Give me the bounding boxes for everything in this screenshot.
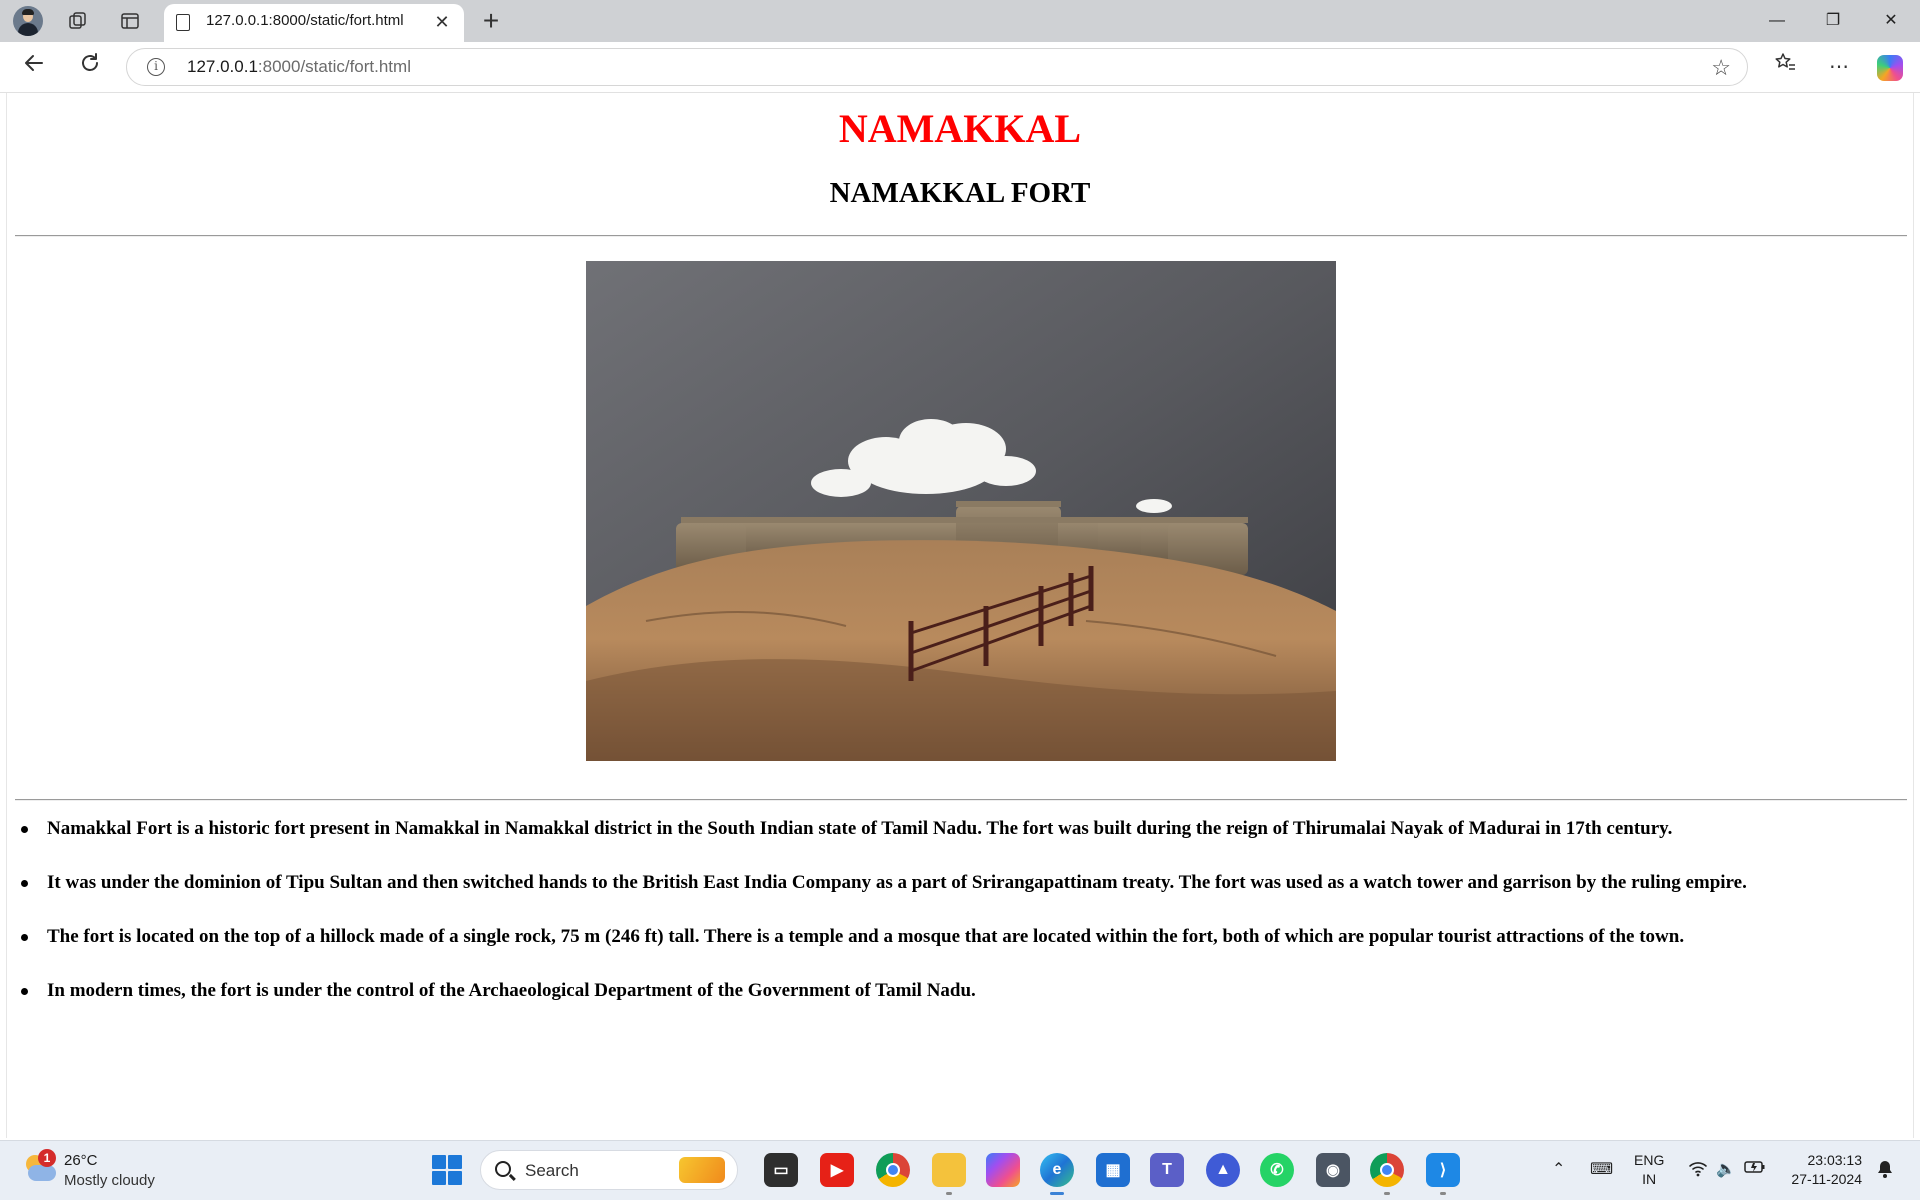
browser-tab-bar: 127.0.0.1:8000/static/fort.html ✕ + — ❐ … — [0, 0, 1920, 42]
restore-button[interactable]: ❐ — [1810, 4, 1856, 38]
bullet-icon — [21, 934, 28, 941]
file-explorer-icon[interactable] — [932, 1153, 966, 1195]
region-code: IN — [1642, 1171, 1657, 1187]
web-page: NAMAKKAL NAMAKKAL FORT Namakkal Fort is … — [6, 93, 1914, 1138]
copilot-app-icon[interactable] — [986, 1153, 1020, 1187]
browser-toolbar: i 127.0.0.1:8000/static/fort.html ☆ ⋯ — [0, 42, 1920, 92]
list-item: Namakkal Fort is a historic fort present… — [15, 817, 1905, 871]
list-item: In modern times, the fort is under the c… — [15, 979, 1905, 1033]
favorite-star-icon[interactable]: ☆ — [1711, 55, 1731, 81]
tab-close-icon[interactable]: ✕ — [430, 10, 454, 34]
file-manager-icon[interactable]: ▭ — [764, 1153, 798, 1187]
weather-badge: 1 — [38, 1149, 56, 1167]
minimize-button[interactable]: — — [1754, 4, 1800, 38]
address-bar[interactable]: i 127.0.0.1:8000/static/fort.html ☆ — [126, 48, 1748, 86]
site-info-icon[interactable]: i — [147, 58, 165, 76]
youtube-icon[interactable]: ▶ — [820, 1153, 854, 1187]
search-label: Search — [525, 1161, 579, 1180]
windows-taskbar: 1 26°C Mostly cloudy Search ▭ ▶ e ▦ T ▲ … — [0, 1140, 1920, 1200]
chrome-profile-icon[interactable] — [1370, 1153, 1404, 1195]
microsoft-store-icon[interactable]: ▦ — [1096, 1153, 1130, 1187]
camera-icon[interactable]: ◉ — [1316, 1153, 1350, 1187]
battery-icon[interactable] — [1744, 1159, 1766, 1180]
wifi-icon[interactable] — [1688, 1159, 1708, 1182]
favorites-icon[interactable] — [1766, 50, 1804, 84]
weather-description[interactable]: Mostly cloudy — [64, 1172, 155, 1189]
system-clock[interactable]: 23:03:13 27-11-2024 — [1778, 1151, 1862, 1189]
input-language[interactable]: ENG IN — [1634, 1151, 1664, 1189]
horizontal-rule — [15, 235, 1907, 237]
notification-bell-icon[interactable] — [1876, 1159, 1894, 1184]
list-item-text: Namakkal Fort is a historic fort present… — [47, 818, 1673, 839]
bullet-icon — [21, 988, 28, 995]
weather-temperature[interactable]: 26°C — [64, 1152, 98, 1169]
clock-date: 27-11-2024 — [1791, 1171, 1862, 1187]
show-hidden-icons-chevron-icon[interactable]: ⌃ — [1552, 1159, 1565, 1179]
edge-icon[interactable]: e — [1040, 1153, 1074, 1195]
page-subtitle: NAMAKKAL FORT — [829, 177, 1091, 209]
fort-facts-list: Namakkal Fort is a historic fort present… — [15, 817, 1905, 1033]
volume-icon[interactable]: 🔈 — [1716, 1159, 1736, 1179]
page-title: NAMAKKAL — [838, 106, 1082, 151]
fort-photo — [586, 261, 1336, 761]
list-item-text: In modern times, the fort is under the c… — [47, 980, 976, 1001]
profile-avatar[interactable] — [13, 6, 43, 36]
bullet-icon — [21, 826, 28, 833]
url-host: 127.0.0.1 — [187, 57, 258, 76]
keyboard-icon[interactable]: ⌨ — [1590, 1159, 1613, 1179]
whatsapp-icon[interactable]: ✆ — [1260, 1153, 1294, 1187]
bullet-icon — [21, 880, 28, 887]
chrome-icon[interactable] — [876, 1153, 910, 1187]
vscode-icon[interactable]: ⟩ — [1426, 1153, 1460, 1195]
list-item-text: It was under the dominion of Tipu Sultan… — [47, 872, 1747, 893]
url-path: :8000/static/fort.html — [257, 57, 411, 76]
affinity-icon[interactable]: ▲ — [1206, 1153, 1240, 1187]
refresh-icon[interactable] — [72, 50, 108, 84]
list-item: The fort is located on the top of a hill… — [15, 925, 1905, 979]
back-arrow-icon[interactable] — [16, 50, 52, 84]
start-windows-icon[interactable] — [432, 1155, 462, 1185]
active-tab[interactable]: 127.0.0.1:8000/static/fort.html ✕ — [164, 4, 464, 42]
clock-time: 23:03:13 — [1807, 1152, 1863, 1168]
taskbar-search[interactable]: Search — [480, 1150, 738, 1190]
close-window-button[interactable]: ✕ — [1868, 4, 1914, 38]
vertical-tabs-icon[interactable] — [114, 6, 146, 36]
page-icon — [176, 14, 190, 31]
new-tab-button[interactable]: + — [476, 6, 506, 36]
workspaces-icon[interactable] — [62, 6, 94, 36]
url-text[interactable]: 127.0.0.1:8000/static/fort.html — [187, 57, 411, 77]
tab-title: 127.0.0.1:8000/static/fort.html — [206, 12, 404, 29]
copilot-icon[interactable] — [1877, 55, 1903, 81]
list-item: It was under the dominion of Tipu Sultan… — [15, 871, 1905, 925]
horizontal-rule — [15, 799, 1907, 801]
search-highlight-icon — [679, 1157, 725, 1183]
search-icon — [495, 1161, 511, 1177]
list-item-text: The fort is located on the top of a hill… — [47, 926, 1685, 947]
more-options-icon[interactable]: ⋯ — [1820, 50, 1858, 84]
language-code: ENG — [1634, 1152, 1665, 1168]
teams-icon[interactable]: T — [1150, 1153, 1184, 1187]
